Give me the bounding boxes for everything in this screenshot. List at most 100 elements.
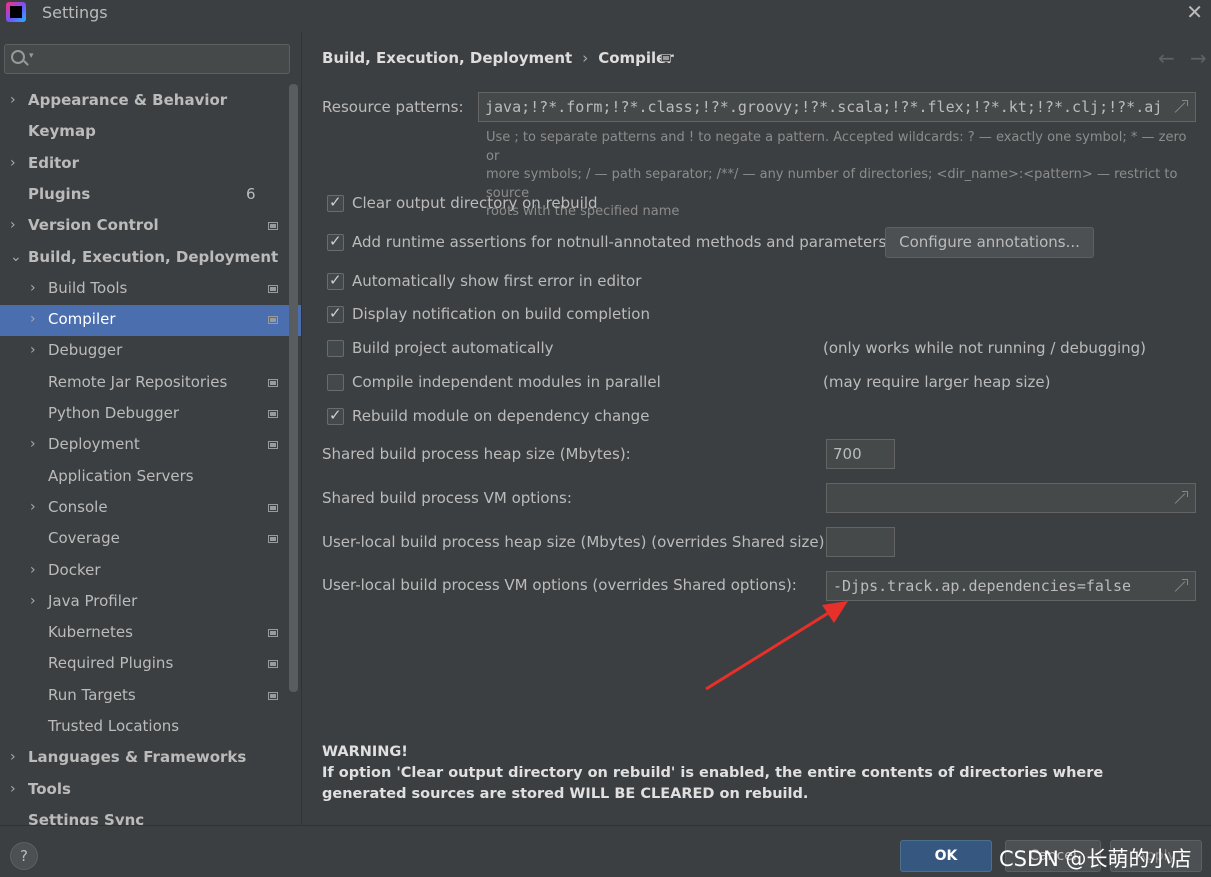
sidebar-item-kubernetes[interactable]: Kubernetes: [0, 618, 300, 649]
sidebar-item-label: Tools: [28, 779, 71, 798]
sidebar-item-build-execution-deployment[interactable]: ⌄ Build, Execution, Deployment: [0, 243, 300, 274]
sidebar-item-remote-jar-repositories[interactable]: Remote Jar Repositories: [0, 368, 300, 399]
project-scope-icon: [268, 410, 278, 418]
sidebar-item-console[interactable]: › Console: [0, 493, 300, 524]
sidebar-item-label: Version Control: [28, 216, 159, 235]
heap-size-value: 700: [833, 445, 862, 463]
close-icon[interactable]: ✕: [1186, 0, 1203, 24]
annotation-arrow-shaft: [705, 605, 839, 691]
sidebar-item-label: Settings Sync: [28, 810, 145, 825]
chevron-right-icon[interactable]: ›: [10, 781, 16, 797]
sidebar-item-editor[interactable]: › Editor: [0, 149, 300, 180]
chevron-right-icon[interactable]: ›: [30, 342, 36, 358]
sidebar-item-languages-frameworks[interactable]: › Languages & Frameworks: [0, 743, 300, 774]
sidebar-item-label: Build, Execution, Deployment: [28, 247, 279, 266]
search-input[interactable]: ▾: [4, 44, 290, 74]
window-title: Settings: [42, 3, 108, 22]
sidebar-item-python-debugger[interactable]: Python Debugger: [0, 399, 300, 430]
vm-options-label: Shared build process VM options:: [322, 489, 572, 507]
show-first-error-label: Automatically show first error in editor: [352, 272, 642, 290]
sidebar-item-java-profiler[interactable]: › Java Profiler: [0, 587, 300, 618]
sidebar-item-coverage[interactable]: Coverage: [0, 524, 300, 555]
forward-arrow-icon[interactable]: →: [1190, 46, 1207, 70]
configure-annotations-button[interactable]: Configure annotations...: [885, 227, 1094, 258]
chevron-down-icon: ▾: [29, 51, 34, 61]
chevron-down-icon[interactable]: ⌄: [10, 249, 22, 265]
sidebar-item-required-plugins[interactable]: Required Plugins: [0, 649, 300, 680]
project-scope-icon: [268, 378, 278, 387]
heap-size-field[interactable]: 700: [826, 439, 895, 469]
settings-sidebar: ▾ › Appearance & Behavior Keymap › Editor Plu…: [0, 32, 301, 825]
chevron-right-icon[interactable]: ›: [30, 436, 36, 452]
sidebar-item-build-tools[interactable]: › Build Tools: [0, 274, 300, 305]
sidebar-item-docker[interactable]: › Docker: [0, 556, 300, 587]
chevron-right-icon[interactable]: ›: [10, 92, 16, 108]
user-heap-size-label: User-local build process heap size (Mbyt…: [322, 533, 830, 551]
sidebar-item-plugins[interactable]: Plugins 6: [0, 180, 300, 211]
compile-parallel-label: Compile independent modules in parallel: [352, 373, 661, 391]
sidebar-item-label: Required Plugins: [48, 654, 174, 673]
project-scope-icon: [268, 503, 278, 512]
clear-output-checkbox[interactable]: [327, 193, 344, 212]
expand-icon[interactable]: [1173, 491, 1188, 505]
show-first-error-checkbox[interactable]: [327, 271, 344, 290]
user-heap-size-field[interactable]: [826, 527, 895, 557]
expand-icon[interactable]: [1173, 100, 1188, 114]
dialog-footer: ? OK Cancel Apply CSDN @长萌的小店: [0, 825, 1211, 877]
vm-options-field[interactable]: [826, 483, 1196, 513]
chevron-right-icon[interactable]: ›: [30, 280, 36, 296]
project-scope-icon: [268, 316, 278, 325]
compile-parallel-checkbox[interactable]: [327, 374, 344, 391]
chevron-right-icon[interactable]: ›: [30, 311, 36, 327]
sidebar-item-run-targets[interactable]: Run Targets: [0, 681, 300, 712]
breadcrumb: Build, Execution, Deployment › Compiler: [322, 49, 674, 67]
display-notification-label: Display notification on build completion: [352, 305, 650, 323]
resource-patterns-field[interactable]: java;!?*.form;!?*.class;!?*.groovy;!?*.s…: [478, 92, 1196, 122]
chevron-right-icon[interactable]: ›: [10, 217, 16, 233]
sidebar-item-settings-sync[interactable]: Settings Sync: [0, 806, 300, 825]
build-automatically-checkbox[interactable]: [327, 340, 344, 357]
add-assertions-label: Add runtime assertions for notnull-annot…: [352, 233, 887, 251]
sidebar-item-appearance-behavior[interactable]: › Appearance & Behavior: [0, 86, 300, 117]
search-icon: [11, 50, 25, 64]
chevron-right-icon[interactable]: ›: [30, 593, 36, 609]
sidebar-item-label: Keymap: [28, 122, 96, 141]
sidebar-item-tools[interactable]: › Tools: [0, 775, 300, 806]
ok-button[interactable]: OK: [900, 840, 992, 872]
sidebar-item-label: Docker: [48, 560, 101, 579]
sidebar-item-label: Python Debugger: [48, 404, 180, 422]
sidebar-item-keymap[interactable]: Keymap: [0, 117, 300, 148]
rebuild-on-dependency-checkbox[interactable]: [327, 406, 344, 425]
project-scope-icon: [268, 535, 278, 544]
chevron-right-icon[interactable]: ›: [30, 499, 36, 515]
clear-output-label: Clear output directory on rebuild: [352, 194, 598, 212]
chevron-right-icon[interactable]: ›: [30, 562, 36, 578]
sidebar-item-deployment[interactable]: › Deployment: [0, 430, 300, 461]
expand-icon[interactable]: [1173, 579, 1188, 593]
back-arrow-icon[interactable]: ←: [1158, 46, 1175, 70]
build-automatically-note: (only works while not running / debuggin…: [823, 339, 1147, 357]
breadcrumb-parent[interactable]: Build, Execution, Deployment: [322, 49, 572, 67]
sidebar-item-label: Trusted Locations: [48, 717, 180, 735]
resource-patterns-value: java;!?*.form;!?*.class;!?*.groovy;!?*.s…: [485, 98, 1163, 116]
display-notification-checkbox[interactable]: [327, 304, 344, 323]
sidebar-item-label: Editor: [28, 153, 79, 172]
sidebar-item-label: Kubernetes: [48, 623, 133, 642]
user-vm-options-field[interactable]: -Djps.track.ap.dependencies=false: [826, 571, 1196, 601]
sidebar-item-version-control[interactable]: › Version Control: [0, 211, 300, 242]
sidebar-item-label: Compiler: [48, 310, 116, 329]
sidebar-item-debugger[interactable]: › Debugger: [0, 336, 300, 367]
sidebar-item-compiler[interactable]: › Compiler: [0, 305, 301, 337]
sidebar-scrollbar[interactable]: [289, 84, 298, 692]
sidebar-item-trusted-locations[interactable]: Trusted Locations: [0, 712, 300, 743]
sidebar-item-application-servers[interactable]: Application Servers: [0, 462, 300, 493]
chevron-right-icon[interactable]: ›: [10, 155, 16, 171]
help-button[interactable]: ?: [10, 842, 38, 870]
add-assertions-checkbox[interactable]: [327, 232, 344, 251]
sidebar-item-label: Java Profiler: [48, 591, 138, 610]
heap-size-label: Shared build process heap size (Mbytes):: [322, 445, 631, 463]
build-automatically-label: Build project automatically: [352, 339, 554, 357]
chevron-right-icon[interactable]: ›: [10, 749, 16, 765]
sidebar-item-label: Debugger: [48, 341, 123, 360]
sidebar-item-label: Appearance & Behavior: [28, 91, 228, 109]
